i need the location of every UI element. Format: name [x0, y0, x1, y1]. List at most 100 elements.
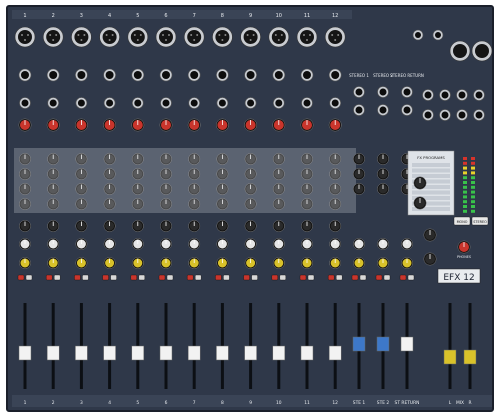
stereo-pfl-button[interactable] [359, 274, 367, 281]
insert-jack-hole [247, 99, 255, 107]
stereo-mute-button[interactable] [399, 274, 407, 281]
fader-track [448, 303, 452, 389]
xlr-pin [77, 34, 80, 36]
pfl-button[interactable] [251, 274, 258, 281]
channel-fader[interactable] [187, 345, 201, 361]
stereo-pfl-button[interactable] [383, 274, 391, 281]
stereo-input-jack-hole [403, 88, 411, 96]
xlr-input-socket [130, 30, 145, 44]
insert-jack-hole [218, 99, 226, 107]
line-input-jack-hole [49, 71, 58, 79]
channel-number-strip [12, 10, 352, 19]
pfl-button[interactable] [82, 274, 89, 281]
mute-button[interactable] [130, 274, 138, 281]
xlr-pin [280, 34, 283, 36]
xlr-pin [111, 34, 114, 36]
insert-jack-hole [190, 99, 198, 107]
channel-fader[interactable] [216, 345, 229, 361]
xlr-input-socket [46, 30, 61, 44]
pfl-button[interactable] [194, 274, 202, 281]
mute-button[interactable] [215, 274, 222, 281]
line-input-jack-hole [190, 71, 199, 79]
level-meter-led [471, 195, 475, 199]
stereo-mute-button[interactable] [351, 274, 359, 281]
xlr-pin [52, 39, 55, 41]
channel-fader[interactable] [272, 345, 286, 361]
level-meter-led [463, 185, 467, 189]
xlr-pin [249, 39, 252, 41]
fx-program-row [412, 163, 450, 167]
mix-right-fader[interactable] [463, 349, 477, 365]
pfl-button[interactable] [166, 274, 174, 281]
bottom-strip-label: 1 [24, 400, 27, 406]
level-meter-led [463, 176, 467, 180]
mix-left-fader[interactable] [443, 349, 457, 365]
mute-button[interactable] [271, 274, 278, 281]
insert-jack-hole [106, 99, 114, 107]
xlr-pin [24, 39, 26, 41]
channel-fader[interactable] [18, 345, 32, 361]
pfl-button[interactable] [307, 274, 315, 281]
line-input-jack-hole [77, 71, 86, 79]
stereo-fader[interactable] [376, 336, 390, 352]
bottom-strip-label: 5 [136, 400, 139, 406]
channel-fader[interactable] [103, 345, 116, 361]
channel-fader[interactable] [300, 345, 314, 361]
xlr-pin [133, 34, 136, 36]
mute-button[interactable] [102, 274, 109, 281]
xlr-pin [274, 34, 277, 36]
level-meter-led [463, 190, 467, 194]
mute-button[interactable] [243, 274, 250, 281]
mute-button[interactable] [46, 274, 53, 281]
mute-button[interactable] [328, 274, 335, 281]
xlr-input-socket [215, 30, 230, 44]
level-meter-led [471, 181, 475, 184]
stereo-fader[interactable] [400, 336, 414, 352]
master-output-jack-hole [475, 91, 483, 99]
xlr-pin [193, 39, 196, 41]
channel-fader[interactable] [159, 345, 173, 361]
pfl-button[interactable] [110, 274, 117, 281]
xlr-pin [83, 34, 86, 36]
pfl-button[interactable] [336, 274, 343, 281]
mute-button[interactable] [17, 274, 25, 281]
master-output-jack-hole [424, 91, 432, 99]
channel-number-label: 1 [23, 13, 26, 19]
pfl-button[interactable] [279, 274, 286, 281]
mute-button[interactable] [74, 274, 81, 281]
bottom-strip-label: 3 [80, 400, 83, 406]
mute-button[interactable] [158, 274, 166, 281]
xlr-pin [105, 34, 108, 36]
bottom-strip-label: 2 [52, 400, 55, 406]
mute-button[interactable] [299, 274, 307, 281]
mixer-panel-graphic: 1 2 3 4 5 6 7 8 9 10 11 12STEREO 1 STEREO 2STEREO RE… [12, 10, 493, 407]
channel-fader[interactable] [131, 345, 145, 361]
pfl-button[interactable] [25, 274, 33, 281]
stereo-input-jack-hole [355, 106, 363, 114]
channel-fader[interactable] [46, 345, 60, 361]
mute-button[interactable] [186, 274, 194, 281]
channel-fader[interactable] [75, 345, 88, 361]
pfl-button[interactable] [223, 274, 230, 281]
stereo-pfl-button[interactable] [407, 274, 415, 281]
pfl-button[interactable] [54, 274, 61, 281]
stereo-mute-button[interactable] [375, 274, 383, 281]
xlr-pin [218, 34, 221, 36]
channel-fader[interactable] [244, 345, 257, 361]
channel-number-label: 7 [193, 13, 196, 19]
xlr-input-socket [328, 30, 343, 44]
channel-fader[interactable] [328, 345, 342, 361]
level-meter-led [463, 161, 467, 165]
bottom-strip-label: STE 2 [377, 400, 390, 406]
level-meter-led [471, 205, 475, 208]
channel-number-label: 8 [221, 13, 224, 19]
line-input-jack-hole [274, 71, 283, 79]
pfl-button[interactable] [138, 274, 146, 281]
master-output-jack-hole [458, 111, 466, 119]
main-output-socket [475, 44, 489, 58]
insert-jack-hole [134, 99, 142, 107]
level-meter-led [463, 166, 467, 170]
xlr-pin [80, 39, 83, 41]
stereo-fader[interactable] [352, 336, 366, 352]
level-meter-led [463, 205, 467, 208]
